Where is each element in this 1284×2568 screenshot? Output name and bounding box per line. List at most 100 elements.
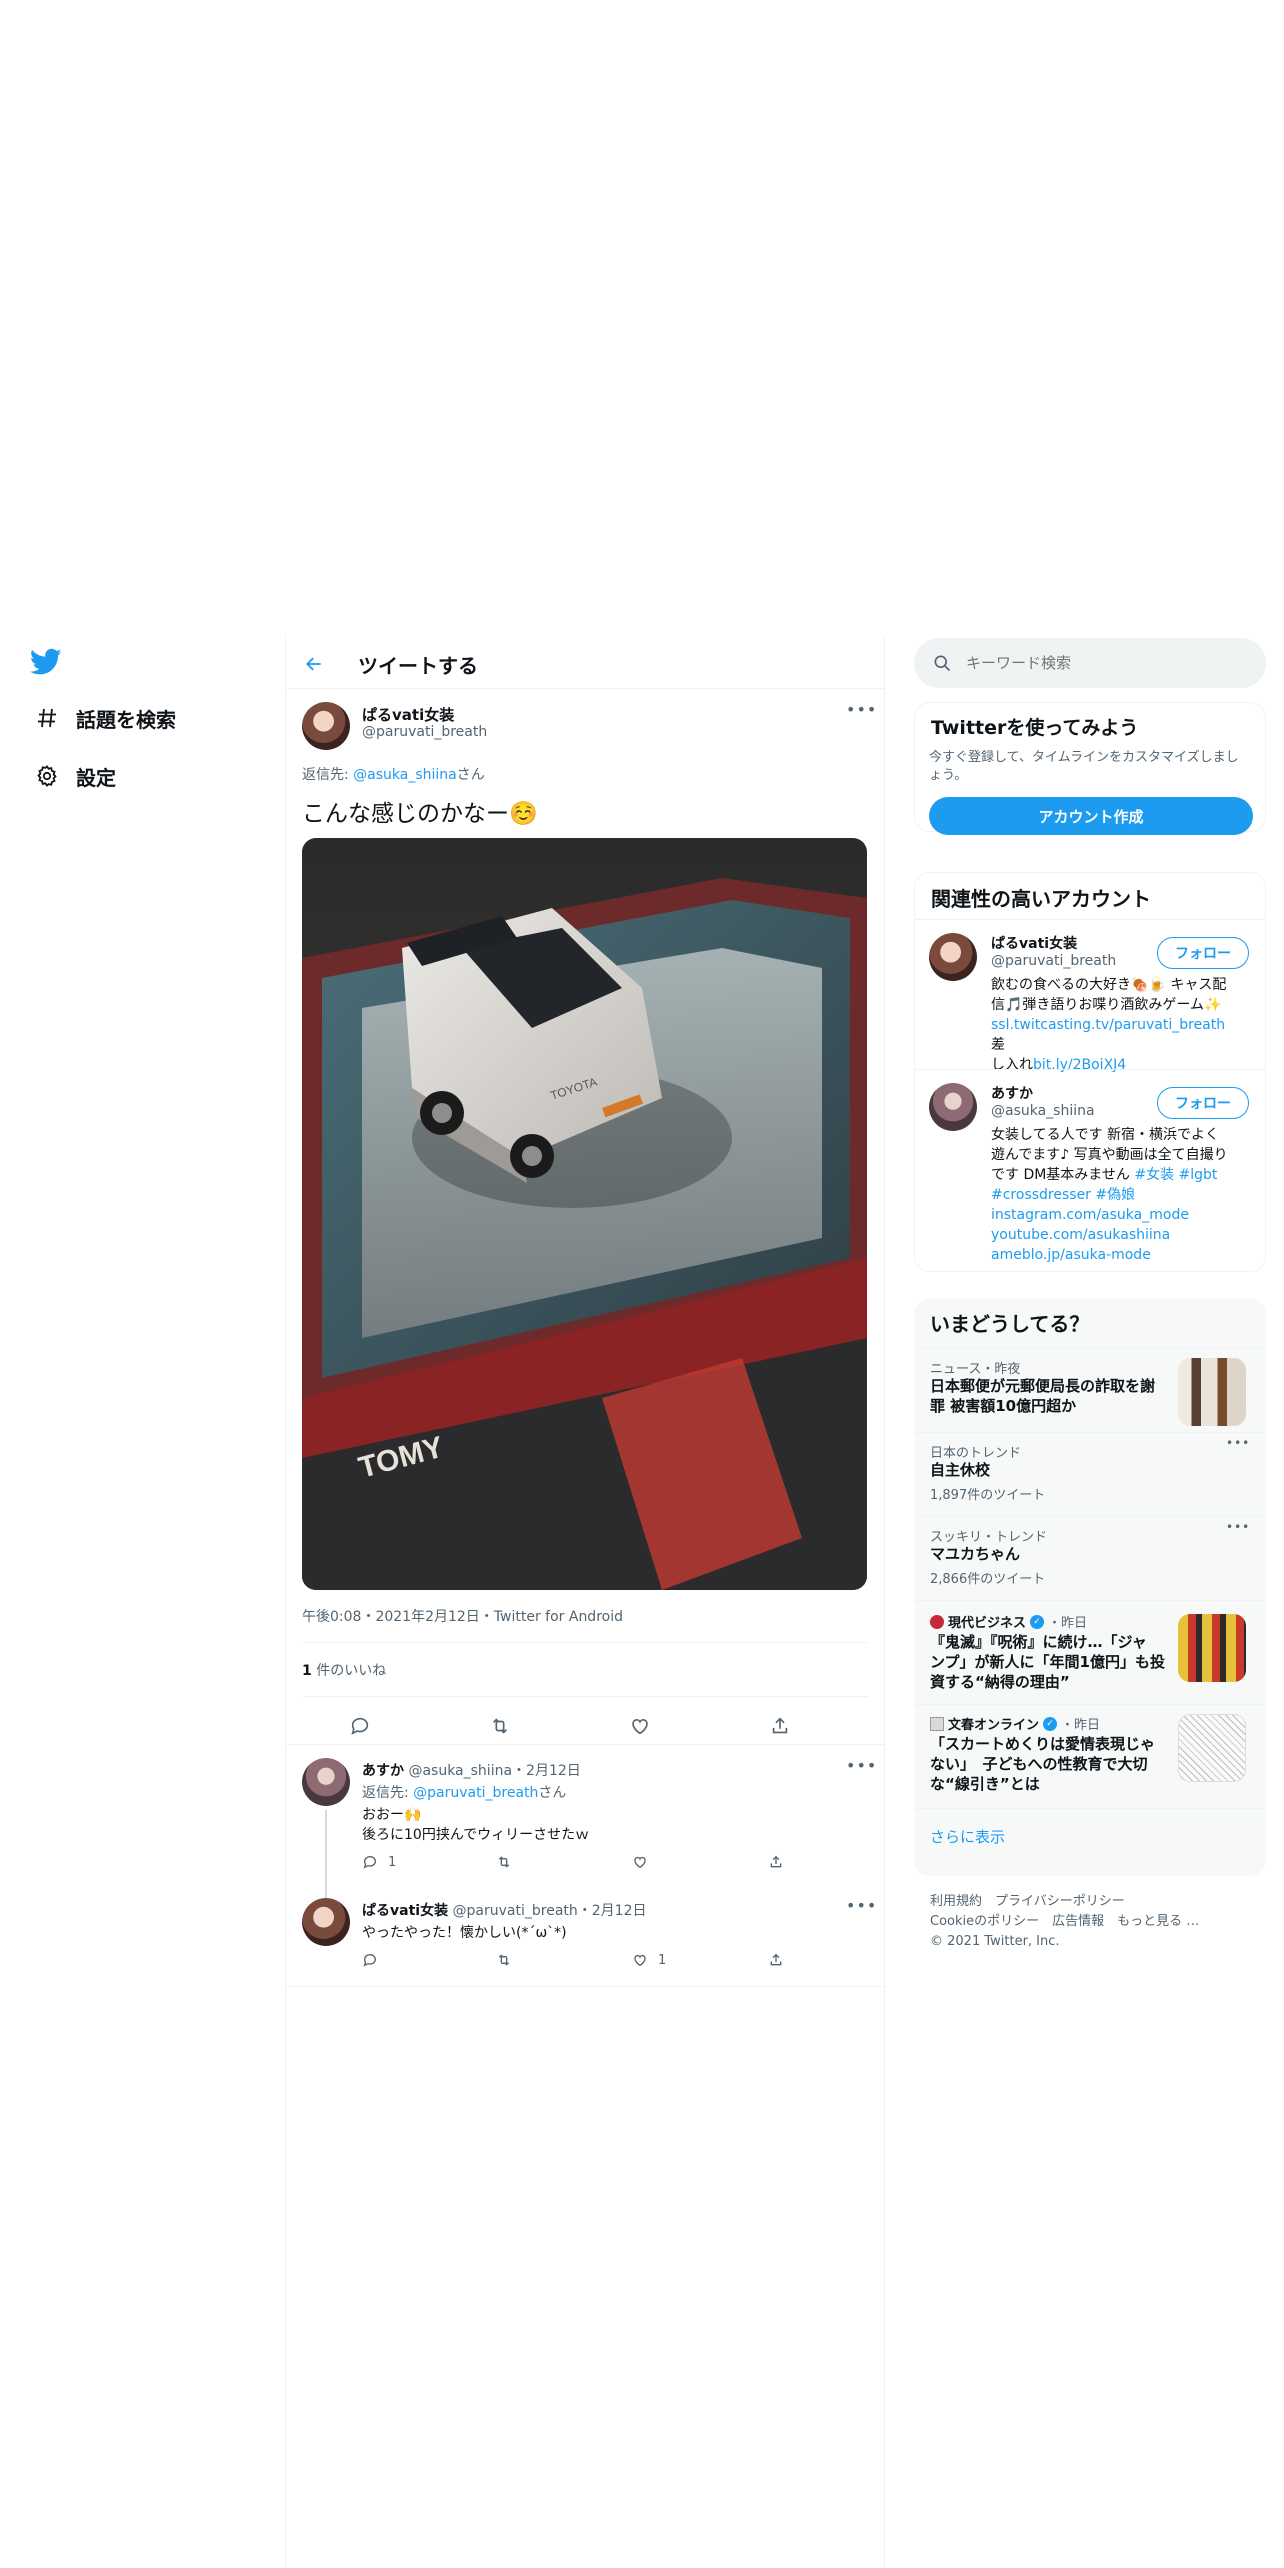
retweet-icon[interactable]	[482, 1708, 518, 1744]
account-bio: 飲むの食べるの大好き🍖🍺 キャス配 信🎵弾き語りお喋り酒飲みゲーム✨ ssl.t…	[991, 975, 1253, 1075]
trend-source: 文春オンライン	[948, 1718, 1040, 1733]
related-divider	[915, 919, 1265, 920]
reply-prefix: 返信先:	[302, 767, 354, 783]
tweet-photo[interactable]: TOMY TOYOTA	[302, 838, 867, 1590]
more-options-icon[interactable]: •••	[1226, 1436, 1250, 1450]
trend-meta: スッキリ・トレンド	[930, 1530, 1048, 1545]
reply-icon[interactable]	[342, 1708, 378, 1744]
reply-to-line: 返信先: @paruvati_breathさん	[362, 1782, 566, 1802]
avatar[interactable]	[302, 1898, 350, 1946]
like-action[interactable]: 1	[632, 1952, 666, 1968]
tweet-handle[interactable]: @paruvati_breath	[362, 724, 487, 740]
bio-link[interactable]: ameblo.jp/asuka-mode	[991, 1245, 1253, 1265]
trend-title-line3: 資する“納得の理由”	[930, 1673, 1070, 1691]
hashtag-link[interactable]: #crossdresser	[991, 1187, 1091, 1203]
more-options-icon[interactable]: •••	[846, 700, 877, 719]
reply-action[interactable]	[362, 1952, 388, 1968]
retweet-action[interactable]	[496, 1854, 512, 1870]
reply-display-name[interactable]: あすか	[362, 1763, 404, 1779]
avatar[interactable]	[929, 933, 977, 981]
trend-item[interactable]: スッキリ・トレンド マユカちゃん 2,866件のツイート •••	[914, 1516, 1266, 1600]
account-bio: 女装してる人です 新宿・横浜でよく 遊んでます♪ 写真や動画は全て自撮り です …	[991, 1125, 1253, 1265]
bio-link[interactable]: bit.ly/2BoiXJ4	[1033, 1057, 1126, 1073]
trend-item[interactable]: 現代ビジネス ✓ ・昨日 『鬼滅』『呪術』に続け…「ジャ ンプ」が新人に「年間1…	[914, 1600, 1266, 1704]
trend-title-line3: な“線引き”とは	[930, 1775, 1040, 1793]
account-handle[interactable]: @paruvati_breath	[991, 953, 1116, 969]
reply-to-link[interactable]: @paruvati_breath	[413, 1785, 538, 1801]
tweet-text: こんな感じのかなー☺️	[302, 801, 538, 827]
back-arrow-icon[interactable]	[296, 646, 332, 682]
bio-link[interactable]: instagram.com/asuka_mode	[991, 1205, 1253, 1225]
reply-handle-date[interactable]: @asuka_shiina・2月12日	[408, 1763, 580, 1779]
thread-line	[325, 1810, 327, 1906]
trend-title-line1: 自主休校	[930, 1461, 991, 1479]
tweet-meta[interactable]: 午後0:08・2021年2月12日・Twitter for Android	[302, 1606, 623, 1626]
likes-summary[interactable]: 1 件のいいね	[302, 1660, 386, 1680]
create-account-button[interactable]: アカウント作成	[929, 797, 1253, 835]
account-name[interactable]: ぱるvati女装	[991, 933, 1077, 953]
bio-text: し入れ	[991, 1057, 1033, 1073]
bio-link[interactable]: ssl.twitcasting.tv/paruvati_breath	[991, 1017, 1225, 1033]
reply-action[interactable]: 1	[362, 1854, 396, 1870]
reply-to-link[interactable]: @asuka_shiina	[353, 767, 457, 783]
avatar[interactable]	[302, 702, 350, 750]
search-box[interactable]	[914, 638, 1266, 688]
follow-button[interactable]: フォロー	[1157, 1087, 1249, 1119]
more-options-icon[interactable]: •••	[1226, 1520, 1250, 1534]
show-more-link[interactable]: さらに表示	[930, 1826, 1005, 1847]
signup-card: Twitterを使ってみよう 今すぐ登録して、タイムラインをカスタマイズしましょ…	[914, 702, 1266, 835]
thread-end-divider	[286, 1986, 884, 1987]
heart-icon	[634, 1954, 646, 1967]
reply-text-line1: やったやった！懐かしい(*ˊωˋ*)	[362, 1925, 567, 1941]
heart-icon[interactable]	[622, 1708, 658, 1744]
retweet-action[interactable]	[496, 1952, 512, 1968]
trend-title-line2: 罪 被害額10億円超か	[930, 1397, 1077, 1415]
bio-line: 遊んでます♪ 写真や動画は全て自撮り	[991, 1147, 1228, 1163]
avatar[interactable]	[302, 1758, 350, 1806]
footer-links-line1[interactable]: 利用規約 プライバシーポリシー	[930, 1892, 1199, 1912]
nav-explore[interactable]: 話題を検索	[30, 696, 176, 740]
share-icon[interactable]	[762, 1708, 798, 1744]
hashtag-link[interactable]: #偽娘	[1095, 1187, 1135, 1203]
tweet-display-name[interactable]: ぱるvati女装	[362, 704, 454, 725]
avatar[interactable]	[929, 1083, 977, 1131]
trends-title: いまどうしてる？	[930, 1312, 1090, 1336]
source-logo-icon	[930, 1716, 944, 1731]
share-action[interactable]	[768, 1952, 784, 1968]
hashtag-link[interactable]: #女装	[1134, 1167, 1174, 1183]
trend-source-line: 文春オンライン ✓ ・昨日	[930, 1714, 1100, 1733]
search-input[interactable]	[966, 648, 1246, 678]
likes-label: 件のいいね	[316, 1663, 387, 1679]
follow-button[interactable]: フォロー	[1157, 937, 1249, 969]
page-title: ツイートする	[358, 654, 478, 678]
share-action[interactable]	[768, 1854, 784, 1870]
more-options-icon[interactable]: •••	[846, 1756, 877, 1775]
gear-icon	[30, 759, 64, 793]
bio-line: 信🎵弾き語りお喋り酒飲みゲーム✨	[991, 997, 1222, 1013]
more-options-icon[interactable]: •••	[846, 1896, 877, 1915]
footer-links-line2[interactable]: Cookieのポリシー 広告情報 もっと見る …	[930, 1912, 1199, 1932]
trend-title-line2: ない」 子どもへの性教育で大切	[930, 1755, 1148, 1773]
bio-link[interactable]: youtube.com/asukashiina	[991, 1225, 1253, 1245]
hashtag-link[interactable]: #lgbt	[1179, 1167, 1218, 1183]
trend-item[interactable]: 日本のトレンド 自主休校 1,897件のツイート •••	[914, 1432, 1266, 1516]
trend-thumbnail	[1178, 1358, 1246, 1426]
reply-handle-date[interactable]: @paruvati_breath・2月12日	[453, 1903, 647, 1919]
trend-item[interactable]: 文春オンライン ✓ ・昨日 「スカートめくりは愛情表現じゃ ない」 子どもへの性…	[914, 1704, 1266, 1808]
like-action[interactable]	[632, 1854, 658, 1870]
reply-text-line2: 後ろに10円挟んでウィリーさせたｗ	[362, 1827, 590, 1843]
share-icon	[770, 1855, 782, 1868]
trend-title-line2: ンプ」が新人に「年間1億円」も投	[930, 1653, 1165, 1671]
trend-title-line1: マユカちゃん	[930, 1545, 1021, 1563]
trend-title-line1: 「スカートめくりは愛情表現じゃ	[930, 1735, 1156, 1753]
trend-item[interactable]: ニュース・昨夜 日本郵便が元郵便局長の詐取を謝 罪 被害額10億円超か	[914, 1348, 1266, 1432]
twitter-logo-icon[interactable]	[29, 648, 62, 680]
account-handle[interactable]: @asuka_shiina	[991, 1103, 1095, 1119]
reply-text-line1: おおー🙌	[362, 1807, 422, 1823]
reply-display-name[interactable]: ぱるvati女装	[362, 1903, 448, 1919]
nav-settings[interactable]: 設定	[30, 754, 116, 798]
account-divider	[915, 1069, 1265, 1070]
like-count: 1	[658, 1952, 667, 1968]
retweet-icon	[498, 1954, 510, 1966]
account-name[interactable]: あすか	[991, 1083, 1033, 1103]
